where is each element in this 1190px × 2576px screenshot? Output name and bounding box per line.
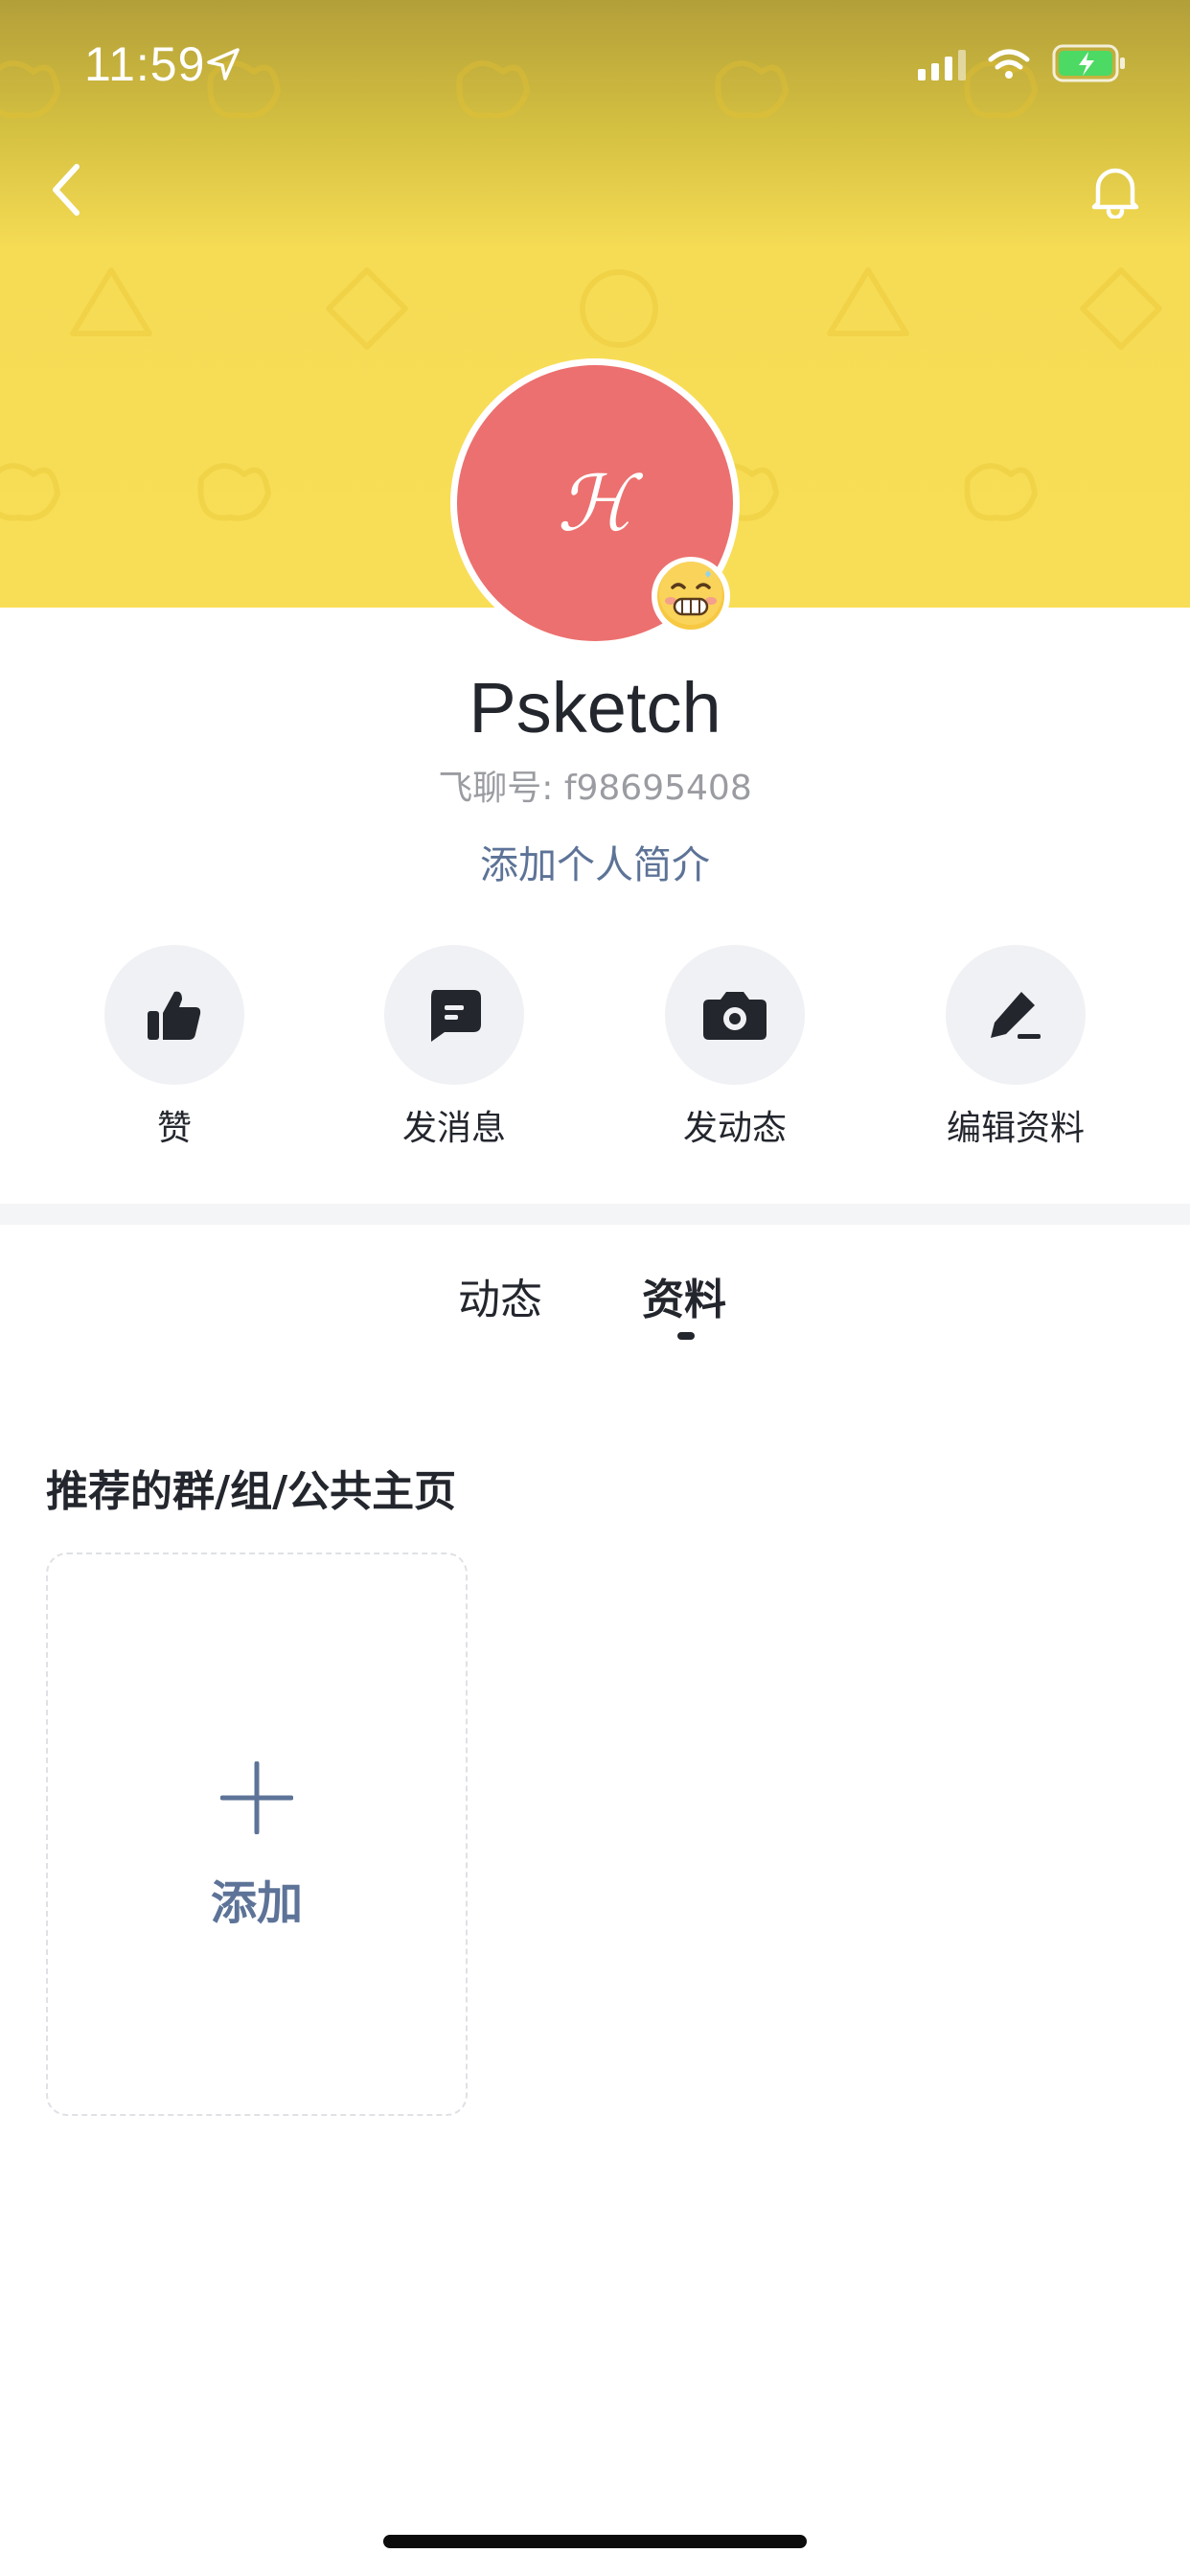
like-label: 赞 [156, 1109, 192, 1148]
edit-profile-button[interactable]: 编辑资料 [910, 945, 1121, 1150]
wifi-icon [988, 49, 1030, 79]
notification-bell-icon[interactable] [1090, 163, 1140, 218]
active-tab-indicator [677, 1332, 695, 1340]
camera-icon [703, 992, 767, 1040]
account-id: 飞聊号: f98695408 [438, 769, 752, 808]
edit-icon [991, 992, 1041, 1039]
tab-profile-info[interactable]: 资料 [642, 1265, 726, 1326]
edit-profile-label: 编辑资料 [946, 1109, 1085, 1148]
send-message-label: 发消息 [401, 1109, 506, 1148]
grinning-face-icon [657, 562, 724, 630]
like-button[interactable]: 赞 [69, 945, 280, 1150]
plus-icon [220, 1761, 293, 1834]
post-moment-button[interactable]: 发动态 [629, 945, 840, 1150]
battery-icon [1052, 44, 1125, 82]
add-recommendation-card[interactable] [46, 1552, 468, 2116]
add-recommendation-label: 添加 [210, 1876, 303, 1930]
section-divider [0, 1204, 1190, 1225]
profile-name: Psketch [469, 668, 721, 748]
tab-moments[interactable]: 动态 [458, 1265, 542, 1326]
like-button-circle [104, 945, 244, 1085]
emoji-status-badge[interactable] [652, 557, 730, 635]
post-moment-circle [665, 945, 805, 1085]
send-message-circle [384, 945, 524, 1085]
recommended-section-title: 推荐的群/组/公共主页 [46, 1467, 457, 1516]
back-chevron-icon[interactable] [48, 161, 86, 218]
status-time: 11:59 [84, 37, 206, 91]
location-arrow-icon [207, 48, 240, 80]
message-icon [431, 990, 481, 1042]
home-indicator[interactable] [383, 2535, 807, 2548]
cellular-signal-icon [918, 50, 966, 80]
thumbs-up-icon [148, 991, 201, 1040]
add-bio-link[interactable]: 添加个人简介 [0, 834, 1190, 889]
edit-profile-circle [946, 945, 1086, 1085]
send-message-button[interactable]: 发消息 [349, 945, 560, 1150]
post-moment-label: 发动态 [682, 1109, 787, 1148]
avatar-monogram: ℋ [557, 458, 633, 548]
